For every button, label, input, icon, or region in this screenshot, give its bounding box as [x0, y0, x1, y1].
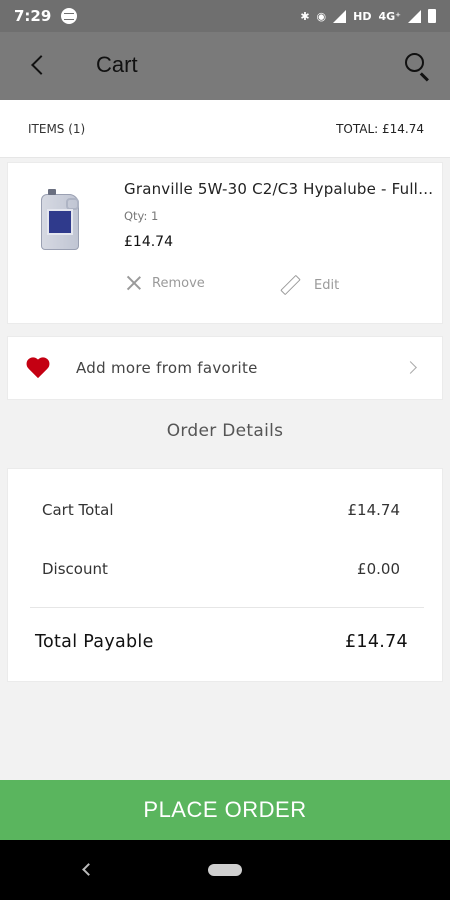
back-button[interactable]: [22, 49, 54, 81]
product-quantity: Qty: 1: [124, 209, 159, 223]
edit-label: Edit: [314, 277, 340, 293]
spotify-icon: [61, 8, 78, 24]
status-time: 7:29: [14, 7, 52, 25]
back-arrow-icon: [31, 55, 51, 75]
add-from-favorite-row[interactable]: Add more from favorite: [7, 336, 443, 400]
total-payable-label: Total Payable: [35, 632, 154, 652]
nav-home-pill[interactable]: [208, 864, 242, 876]
search-icon: [405, 53, 424, 72]
remove-button[interactable]: Remove: [126, 275, 205, 291]
cart-total-summary: TOTAL: £14.74: [336, 121, 424, 136]
cell-signal-icon: [408, 9, 421, 23]
battery-icon: [428, 9, 436, 23]
cart-total-label: Cart Total: [42, 501, 114, 519]
remove-label: Remove: [152, 275, 205, 291]
nav-back-icon[interactable]: [82, 863, 95, 876]
edit-button[interactable]: Edit: [280, 275, 339, 295]
place-order-button[interactable]: PLACE ORDER: [0, 780, 450, 840]
pencil-icon: [280, 275, 300, 295]
cart-item-card[interactable]: Granville 5W-30 C2/C3 Hypalube - Fully S…: [7, 162, 443, 324]
cart-total-value: £14.74: [347, 501, 401, 519]
bluetooth-icon: ✱: [300, 9, 310, 23]
product-price: £14.74: [124, 234, 173, 250]
search-button[interactable]: [402, 50, 434, 82]
status-bar: 7:29 ✱ ◉ HD 4G⁺: [0, 0, 450, 32]
chevron-right-icon: [404, 361, 417, 374]
network-type: HD: [353, 9, 372, 23]
product-name[interactable]: Granville 5W-30 C2/C3 Hypalube - Fully S…: [124, 180, 439, 198]
vibrate-icon: ◉: [316, 9, 327, 23]
discount-label: Discount: [42, 560, 108, 578]
wifi-signal-icon: [333, 9, 347, 23]
order-details-title: Order Details: [166, 421, 284, 441]
add-from-favorite-label: Add more from favorite: [76, 359, 258, 377]
app-bar: Cart: [0, 32, 450, 100]
total-payable-value: £14.74: [344, 632, 408, 652]
carrier-type: 4G⁺: [378, 9, 402, 23]
product-image[interactable]: [41, 189, 87, 251]
status-icons: ✱ ◉ HD 4G⁺: [300, 9, 436, 23]
system-nav-bar: [0, 840, 450, 900]
order-details-card: Cart Total £14.74 Discount £0.00 Total P…: [7, 468, 443, 682]
page-title: Cart: [96, 52, 138, 77]
discount-value: £0.00: [357, 560, 400, 578]
divider: [30, 607, 424, 608]
items-count: ITEMS (1): [28, 121, 86, 136]
cart-summary: ITEMS (1) TOTAL: £14.74: [0, 100, 450, 158]
heart-icon: [26, 358, 50, 380]
close-icon: [126, 275, 142, 291]
